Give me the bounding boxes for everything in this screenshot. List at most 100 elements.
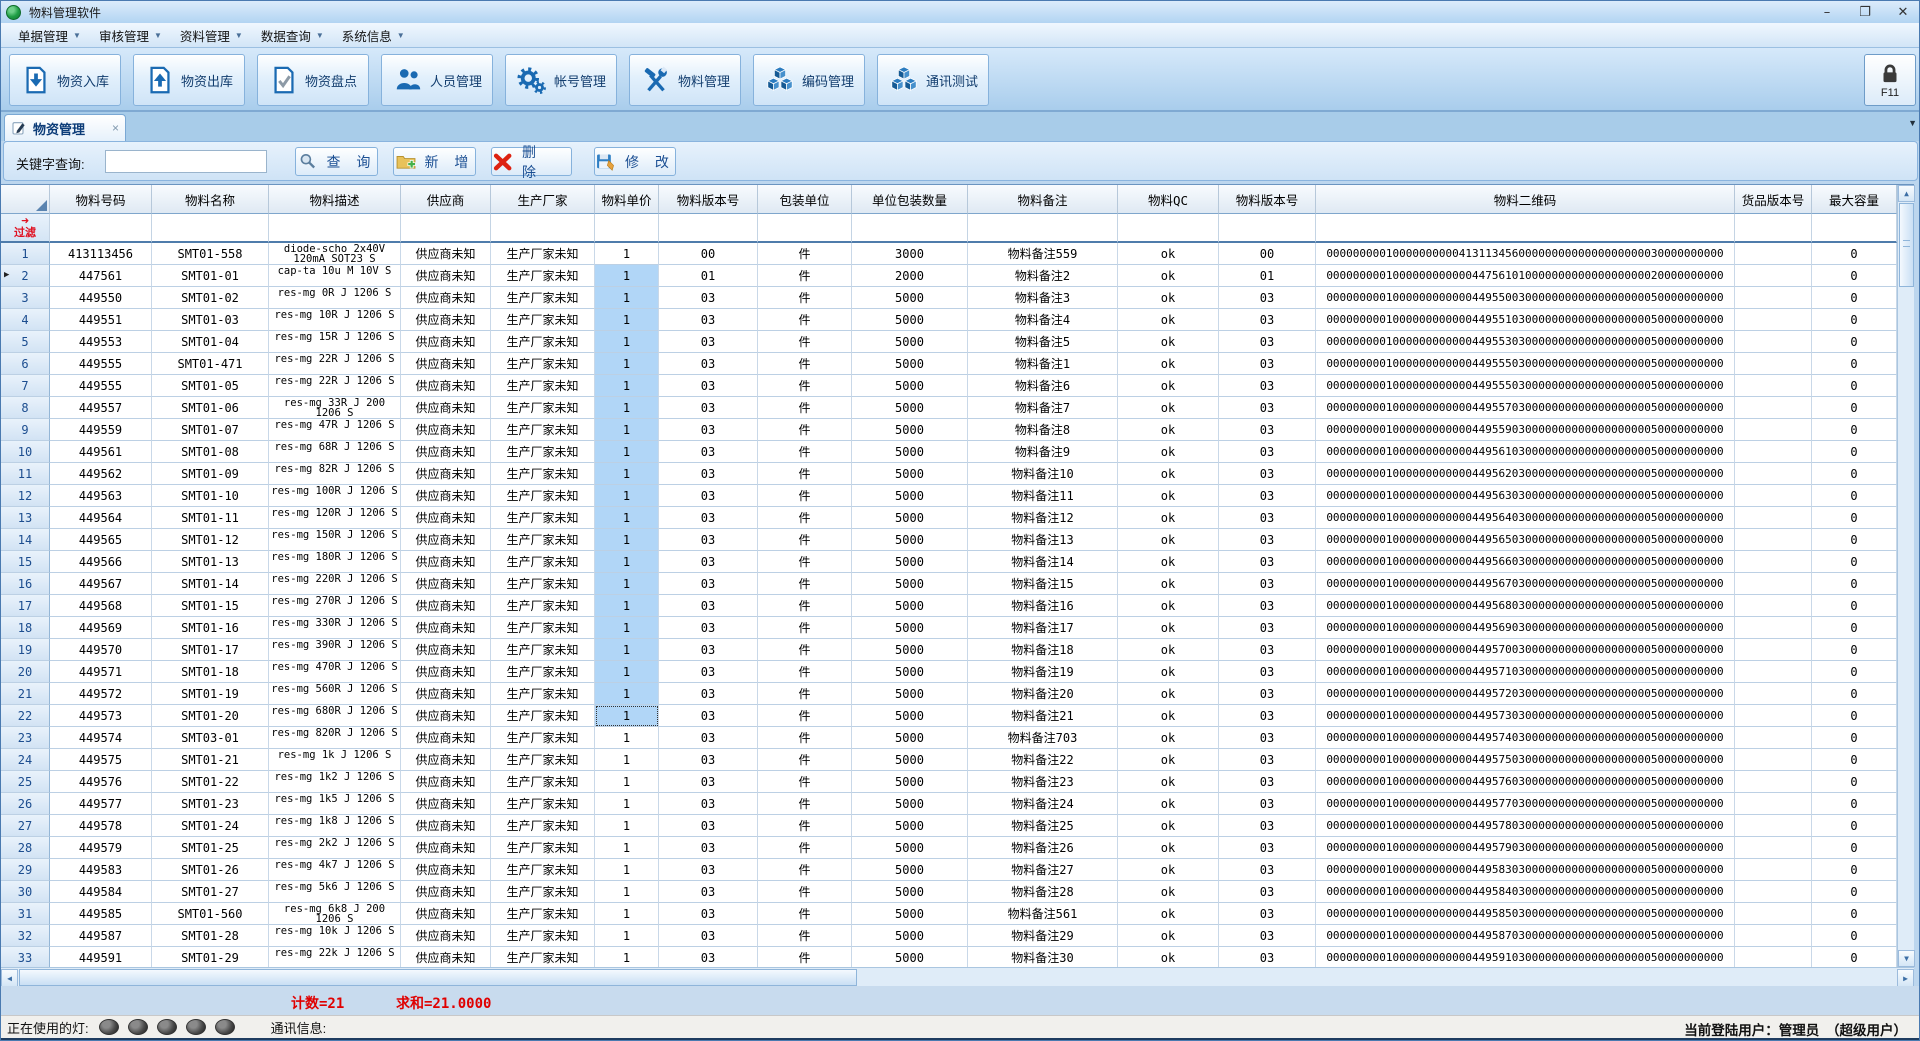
cell-remark[interactable]: 物料备注16 (968, 595, 1118, 617)
cell-qc[interactable]: ok (1118, 397, 1219, 419)
cell-remark[interactable]: 物料备注30 (968, 947, 1118, 967)
cell-cap[interactable]: 0 (1812, 903, 1897, 925)
row-header[interactable]: 21 (1, 683, 50, 705)
cell-qr[interactable]: 0000000001000000000000449563030000000000… (1316, 485, 1735, 507)
cell-cap[interactable]: 0 (1812, 507, 1897, 529)
cell-unit[interactable]: 件 (758, 837, 852, 859)
cell-desc[interactable]: res-mg 15R J 1206 S (269, 331, 401, 353)
cell-remark[interactable]: 物料备注5 (968, 331, 1118, 353)
cell-remark[interactable]: 物料备注12 (968, 507, 1118, 529)
cell-price[interactable]: 1 (595, 287, 659, 309)
column-header-qr[interactable]: 物料二维码 (1316, 185, 1735, 214)
cell-qty[interactable]: 5000 (852, 925, 968, 947)
cell-goodsver[interactable] (1735, 595, 1812, 617)
cell-qc[interactable]: ok (1118, 287, 1219, 309)
cell-ver2[interactable]: 03 (1219, 595, 1316, 617)
menu-item-system[interactable]: 系统信息▼ (333, 23, 414, 48)
cell-qty[interactable]: 2000 (852, 265, 968, 287)
cell-supplier[interactable]: 供应商未知 (401, 925, 491, 947)
scroll-left-icon[interactable]: ◀ (1, 969, 18, 987)
cell-remark[interactable]: 物料备注28 (968, 881, 1118, 903)
cell-cap[interactable]: 0 (1812, 793, 1897, 815)
cell-ver2[interactable]: 03 (1219, 661, 1316, 683)
row-header[interactable]: 9 (1, 419, 50, 441)
cell-ver2[interactable]: 03 (1219, 793, 1316, 815)
cell-unit[interactable]: 件 (758, 749, 852, 771)
cell-price[interactable]: 1 (595, 551, 659, 573)
cell-code[interactable]: 449567 (50, 573, 152, 595)
cell-maker[interactable]: 生产厂家未知 (491, 859, 595, 881)
cell-qr[interactable]: 0000000001000000000000449569030000000000… (1316, 617, 1735, 639)
cell-desc[interactable]: cap-ta 10u M 10V S (269, 265, 401, 287)
cell-qty[interactable]: 5000 (852, 309, 968, 331)
cell-qr[interactable]: 0000000001000000000000449573030000000000… (1316, 705, 1735, 727)
row-header[interactable]: 18 (1, 617, 50, 639)
cell-ver[interactable]: 03 (659, 507, 758, 529)
cell-ver[interactable]: 03 (659, 837, 758, 859)
cell-name[interactable]: SMT01-18 (152, 661, 269, 683)
select-all-corner-icon[interactable] (36, 200, 47, 211)
cell-cap[interactable]: 0 (1812, 331, 1897, 353)
cell-unit[interactable]: 件 (758, 419, 852, 441)
cell-price[interactable]: 1 (595, 837, 659, 859)
cell-ver[interactable]: 03 (659, 793, 758, 815)
cell-qty[interactable]: 5000 (852, 551, 968, 573)
cell-remark[interactable]: 物料备注26 (968, 837, 1118, 859)
cell-code[interactable]: 449570 (50, 639, 152, 661)
cell-qr[interactable]: 0000000001000000000000449576030000000000… (1316, 771, 1735, 793)
cell-ver[interactable]: 03 (659, 947, 758, 967)
cell-maker[interactable]: 生产厂家未知 (491, 595, 595, 617)
filter-cell-qty[interactable] (852, 214, 968, 243)
cell-ver2[interactable]: 03 (1219, 287, 1316, 309)
cell-price[interactable]: 1 (595, 353, 659, 375)
cell-supplier[interactable]: 供应商未知 (401, 595, 491, 617)
cell-maker[interactable]: 生产厂家未知 (491, 551, 595, 573)
cell-unit[interactable]: 件 (758, 441, 852, 463)
cell-ver2[interactable]: 03 (1219, 617, 1316, 639)
cell-unit[interactable]: 件 (758, 771, 852, 793)
cell-supplier[interactable]: 供应商未知 (401, 705, 491, 727)
cell-name[interactable]: SMT01-22 (152, 771, 269, 793)
column-header-price[interactable]: 物料单价 (595, 185, 659, 214)
cell-goodsver[interactable] (1735, 837, 1812, 859)
cell-qr[interactable]: 0000000001000000000000449566030000000000… (1316, 551, 1735, 573)
cell-goodsver[interactable] (1735, 683, 1812, 705)
cell-ver2[interactable]: 03 (1219, 507, 1316, 529)
row-header[interactable]: 30 (1, 881, 50, 903)
cell-cap[interactable]: 0 (1812, 749, 1897, 771)
cell-cap[interactable]: 0 (1812, 375, 1897, 397)
cell-qr[interactable]: 0000000001000000000000449564030000000000… (1316, 507, 1735, 529)
cell-desc[interactable]: res-mg 1k J 1206 S (269, 749, 401, 771)
cell-ver2[interactable]: 01 (1219, 265, 1316, 287)
cell-ver2[interactable]: 03 (1219, 859, 1316, 881)
cell-qty[interactable]: 3000 (852, 243, 968, 265)
cell-name[interactable]: SMT01-04 (152, 331, 269, 353)
cell-unit[interactable]: 件 (758, 727, 852, 749)
cell-desc[interactable]: res-mg 22R J 1206 S (269, 353, 401, 375)
cell-cap[interactable]: 0 (1812, 441, 1897, 463)
cell-desc[interactable]: res-mg 2k2 J 1206 S (269, 837, 401, 859)
cell-name[interactable]: SMT01-07 (152, 419, 269, 441)
cell-name[interactable]: SMT01-23 (152, 793, 269, 815)
cell-maker[interactable]: 生产厂家未知 (491, 661, 595, 683)
cell-qty[interactable]: 5000 (852, 463, 968, 485)
cell-ver2[interactable]: 03 (1219, 463, 1316, 485)
cell-remark[interactable]: 物料备注8 (968, 419, 1118, 441)
cell-ver2[interactable]: 03 (1219, 353, 1316, 375)
cell-ver2[interactable]: 03 (1219, 551, 1316, 573)
cell-cap[interactable]: 0 (1812, 661, 1897, 683)
cell-maker[interactable]: 生产厂家未知 (491, 441, 595, 463)
cell-goodsver[interactable] (1735, 309, 1812, 331)
vertical-scroll-thumb[interactable] (1899, 203, 1914, 287)
cell-qty[interactable]: 5000 (852, 331, 968, 353)
cell-desc[interactable]: res-mg 330R J 1206 S (269, 617, 401, 639)
cell-code[interactable]: 449568 (50, 595, 152, 617)
cell-cap[interactable]: 0 (1812, 815, 1897, 837)
row-header[interactable]: 17 (1, 595, 50, 617)
cell-ver2[interactable]: 03 (1219, 881, 1316, 903)
cell-ver2[interactable]: 03 (1219, 947, 1316, 967)
cell-unit[interactable]: 件 (758, 683, 852, 705)
cell-price[interactable]: 1 (595, 529, 659, 551)
cell-ver[interactable]: 03 (659, 441, 758, 463)
cell-ver[interactable]: 03 (659, 595, 758, 617)
